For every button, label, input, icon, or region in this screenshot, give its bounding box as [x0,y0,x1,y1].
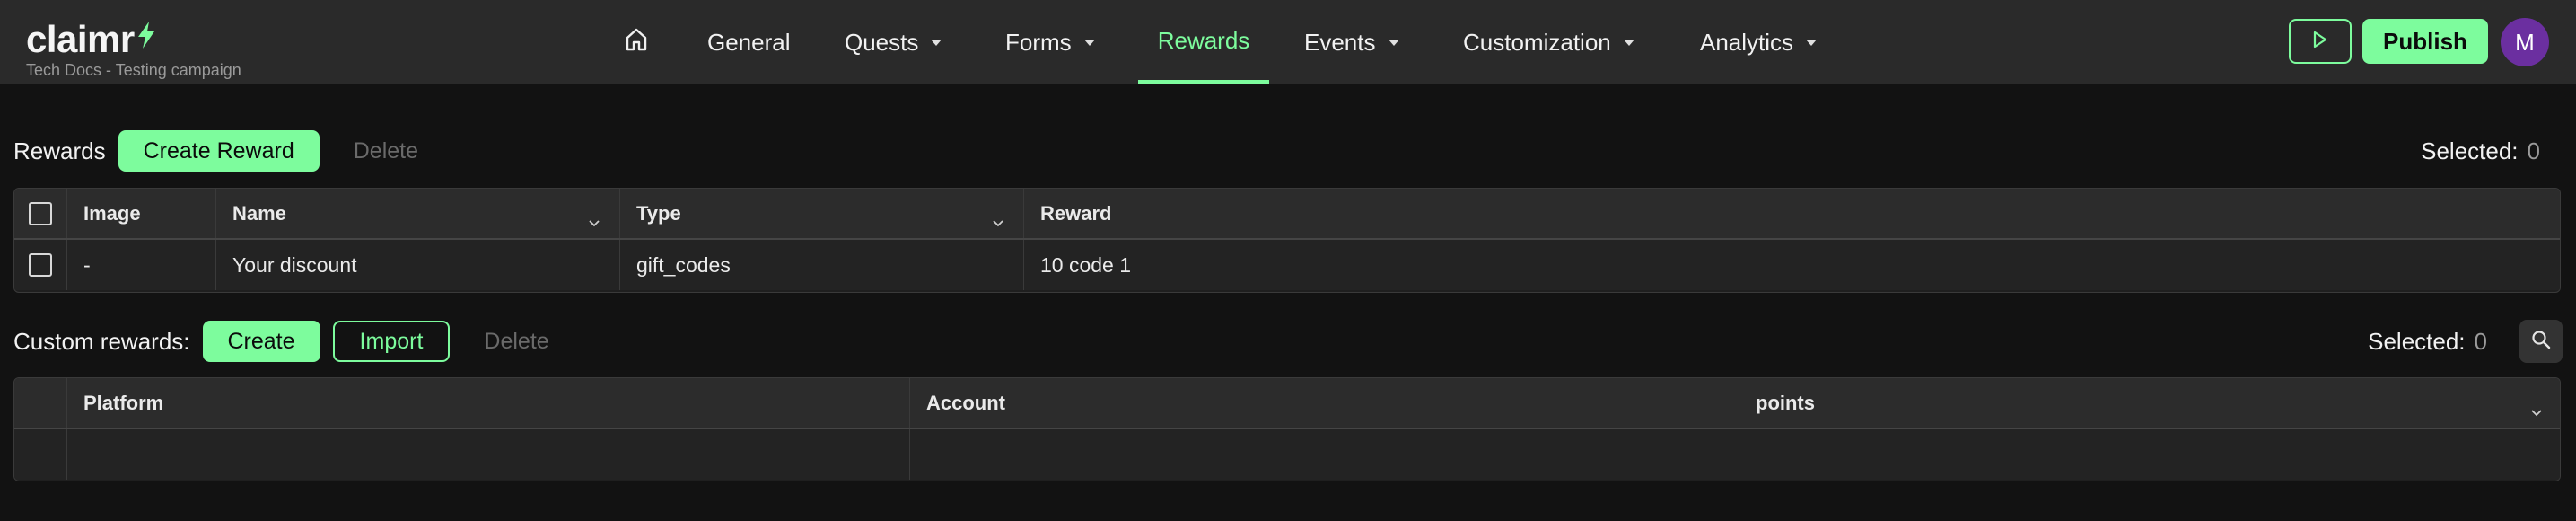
caret-down-icon [1623,39,1634,46]
top-navigation-bar: claimr Tech Docs - Testing campaign Gene… [0,0,2576,84]
column-header-points-label: points [1756,391,1815,414]
column-header-account-label: Account [926,391,1005,414]
empty-cell [1739,429,2560,480]
caret-down-icon [1083,39,1095,46]
nav-analytics-label: Analytics [1700,28,1794,56]
cell-name: Your discount [216,240,620,290]
cell-type: gift_codes [620,240,1024,290]
rewards-table: Image Name Type Reward - Your discount g… [13,188,2561,293]
chevron-down-icon[interactable] [993,209,1003,233]
selected-label: Selected: [2421,137,2519,164]
home-icon [625,27,648,58]
selected-count-value: 0 [2474,327,2487,355]
select-all-checkbox[interactable] [29,201,52,225]
select-column-header [14,378,67,428]
empty-cell [14,429,67,480]
nav-general[interactable]: General [707,0,791,84]
row-select-cell [14,240,67,290]
rewards-section-label: Rewards [13,137,106,164]
custom-rewards-table-header: Platform Account points [14,378,2560,429]
publish-button[interactable]: Publish [2362,19,2488,64]
selected-label: Selected: [2368,327,2466,355]
rewards-toolbar: Rewards Create Reward Delete Selected: 0 [13,129,2563,172]
preview-button[interactable] [2289,19,2352,64]
nav-events[interactable]: Events [1304,0,1399,84]
rewards-selected-count: Selected: 0 [2421,129,2540,172]
custom-rewards-toolbar: Custom rewards: Create Import Delete Sel… [13,320,2563,363]
row-checkbox[interactable] [29,253,52,277]
nav-quests[interactable]: Quests [845,0,942,84]
nav-forms-label: Forms [1005,28,1072,56]
nav-events-label: Events [1304,28,1376,56]
custom-rewards-table: Platform Account points [13,377,2561,481]
search-icon [2530,329,2552,355]
brand-block[interactable]: claimr Tech Docs - Testing campaign [26,16,241,80]
chevron-down-icon[interactable] [2531,399,2542,422]
column-header-filler [1643,189,2560,238]
import-button[interactable]: Import [332,321,451,362]
nav-rewards[interactable]: Rewards [1138,0,1269,84]
empty-cell [67,429,910,480]
caret-down-icon [1388,39,1399,46]
nav-forms[interactable]: Forms [1005,0,1095,84]
column-header-account[interactable]: Account [910,378,1739,428]
column-header-reward-label: Reward [1040,201,1112,225]
empty-cell [910,429,1739,480]
column-header-type-label: Type [636,201,681,225]
nav-quests-label: Quests [845,28,919,56]
column-header-name[interactable]: Name [216,189,620,238]
column-header-reward[interactable]: Reward [1024,189,1643,238]
nav-analytics[interactable]: Analytics [1700,0,1818,84]
create-reward-button[interactable]: Create Reward [118,130,320,172]
brand-logo: claimr [26,16,241,59]
table-row[interactable]: - Your discount gift_codes 10 code 1 [14,240,2560,290]
chevron-down-icon[interactable] [589,209,600,233]
cell-reward: 10 code 1 [1024,240,1643,290]
brand-name: claimr [26,18,135,60]
create-custom-reward-button[interactable]: Create [202,321,320,362]
play-icon [2312,31,2328,53]
rewards-table-header: Image Name Type Reward [14,189,2560,240]
column-header-points[interactable]: points [1739,378,2560,428]
column-header-platform[interactable]: Platform [67,378,910,428]
nav-general-label: General [707,28,791,56]
nav-customization-label: Customization [1463,28,1611,56]
custom-rewards-selected-count: Selected: 0 [2368,320,2487,363]
column-header-image-label: Image [83,201,141,225]
delete-reward-button[interactable]: Delete [332,138,440,164]
column-header-name-label: Name [232,201,286,225]
delete-custom-reward-button[interactable]: Delete [462,329,570,355]
search-button[interactable] [2519,320,2563,363]
column-header-type[interactable]: Type [620,189,1024,238]
nav-customization[interactable]: Customization [1463,0,1634,84]
cell-image: - [67,240,216,290]
caret-down-icon [1806,39,1818,46]
cell-filler [1643,240,2560,290]
custom-rewards-section-label: Custom rewards: [13,327,190,355]
table-row [14,429,2560,480]
nav-rewards-label: Rewards [1157,26,1250,54]
select-all-cell [14,189,67,238]
column-header-platform-label: Platform [83,391,164,414]
lightning-bolt-icon [136,16,156,56]
nav-home[interactable] [625,0,648,84]
user-avatar[interactable]: M [2501,18,2549,66]
column-header-image[interactable]: Image [67,189,216,238]
campaign-subtitle: Tech Docs - Testing campaign [26,61,241,79]
selected-count-value: 0 [2527,137,2540,164]
caret-down-icon [931,39,942,46]
